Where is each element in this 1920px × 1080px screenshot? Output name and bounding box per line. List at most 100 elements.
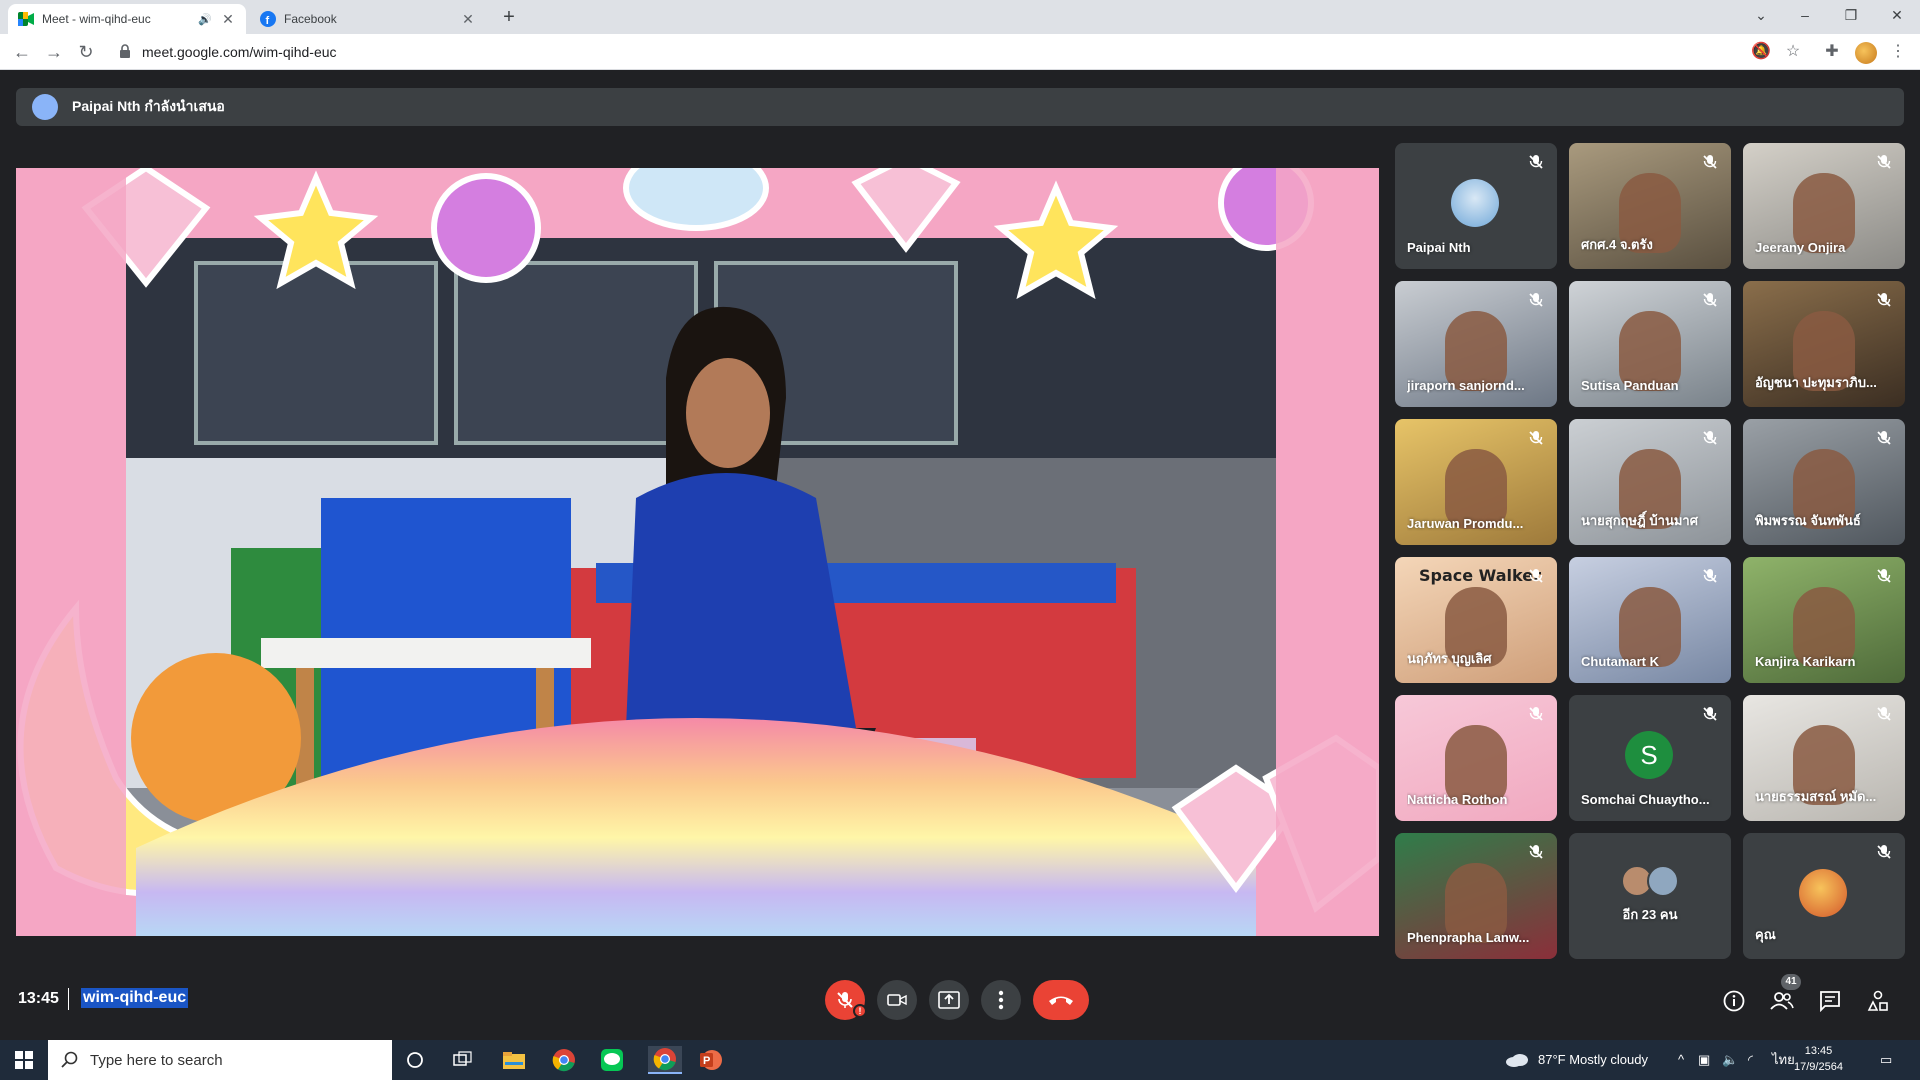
participant-tile[interactable]: พิมพรรณ จันทพันธ์ — [1743, 419, 1905, 545]
participant-tile[interactable]: คุณ — [1743, 833, 1905, 959]
network-icon[interactable]: ▣ — [1698, 1040, 1710, 1080]
volume-icon[interactable]: 🔈 — [1722, 1040, 1738, 1080]
participant-name: Paipai Nth — [1407, 240, 1471, 255]
line-app-icon[interactable] — [598, 1046, 626, 1074]
taskbar-search-box[interactable]: Type here to search — [48, 1040, 392, 1080]
notifications-muted-icon[interactable]: 🔕 — [1751, 42, 1771, 62]
taskbar-time: 13:45 — [1804, 1045, 1833, 1057]
participant-tile[interactable]: Sutisa Panduan — [1569, 281, 1731, 407]
participant-tile[interactable]: jiraporn sanjornd... — [1395, 281, 1557, 407]
muted-mic-icon — [1875, 291, 1893, 309]
show-hidden-icons-icon[interactable]: ^ — [1678, 1040, 1684, 1080]
bookmark-star-icon[interactable]: ☆ — [1783, 42, 1803, 62]
presenter-avatar — [32, 94, 58, 120]
powerpoint-icon[interactable]: P — [697, 1046, 725, 1074]
leave-call-button[interactable] — [1033, 980, 1089, 1020]
muted-mic-icon — [1875, 429, 1893, 447]
close-tab-icon[interactable]: ✕ — [220, 11, 236, 28]
muted-mic-icon — [1875, 705, 1893, 723]
more-options-button[interactable] — [981, 980, 1021, 1020]
presenting-text: Paipai Nth กำลังนำเสนอ — [72, 98, 225, 114]
tab-facebook[interactable]: f Facebook ✕ — [250, 4, 486, 34]
extensions-icon[interactable]: ✚ — [1822, 42, 1842, 62]
tab-meet[interactable]: Meet - wim-qihd-euc 🔊 ✕ — [8, 4, 246, 34]
tab-search-icon[interactable]: ⌄ — [1738, 0, 1784, 30]
mic-off-button[interactable]: ! — [825, 980, 867, 1020]
present-button[interactable] — [929, 980, 969, 1020]
close-tab-icon[interactable]: ✕ — [460, 11, 476, 28]
file-explorer-icon[interactable] — [500, 1046, 528, 1074]
weather-cloud-icon[interactable] — [1503, 1046, 1531, 1074]
participant-tile[interactable]: ศกศ.4 จ.ตรัง — [1569, 143, 1731, 269]
participant-tile[interactable]: Paipai Nth — [1395, 143, 1557, 269]
taskbar-date: 17/9/2564 — [1794, 1061, 1843, 1073]
presenting-banner: Paipai Nth กำลังนำเสนอ — [16, 88, 1904, 126]
participant-tile[interactable]: Natticha Rothon — [1395, 695, 1557, 821]
reload-icon[interactable]: ↻ — [74, 40, 98, 64]
profile-avatar[interactable] — [1855, 42, 1877, 64]
mic-off-icon — [837, 992, 853, 1008]
people-button[interactable] — [1769, 988, 1795, 1014]
chrome-active-window-icon[interactable] — [648, 1046, 682, 1074]
weather-text[interactable]: 87°F Mostly cloudy — [1538, 1040, 1648, 1080]
language-indicator[interactable]: ไทย — [1772, 1040, 1795, 1080]
participant-name: Chutamart K — [1581, 654, 1660, 669]
presentation-frame-image — [16, 168, 1379, 936]
participant-tile[interactable]: Space Walker นฤภัทร บุญเลิศ — [1395, 557, 1557, 683]
activities-button[interactable] — [1865, 988, 1891, 1014]
participant-tile[interactable]: นายสุกฤษฎิ์ บ้านมาศ — [1569, 419, 1731, 545]
meeting-code[interactable]: wim-qihd-euc — [81, 988, 189, 1008]
muted-mic-icon — [1527, 429, 1545, 447]
participant-tile[interactable]: อัญชนา ปะทุมราภิบ... — [1743, 281, 1905, 407]
participant-tile[interactable]: S Somchai Chuaytho... — [1569, 695, 1731, 821]
muted-mic-icon — [1527, 705, 1545, 723]
participant-name: พิมพรรณ จันทพันธ์ — [1755, 513, 1861, 528]
tile-overlay-text: Space Walker — [1419, 566, 1541, 585]
chrome-icon[interactable] — [550, 1046, 578, 1074]
meet-bottom-bar: 13:45 wim-qihd-euc ! 41 — [0, 960, 1920, 1040]
meeting-details-button[interactable] — [1721, 988, 1747, 1014]
forward-icon[interactable]: → — [42, 40, 66, 64]
muted-mic-icon — [1701, 291, 1719, 309]
muted-mic-icon — [1527, 567, 1545, 585]
participant-name: Natticha Rothon — [1407, 792, 1508, 807]
task-view-icon[interactable] — [449, 1046, 477, 1074]
info-icon — [1723, 990, 1745, 1012]
cortana-icon[interactable] — [401, 1046, 429, 1074]
notification-center-icon[interactable]: ▭ — [1880, 1040, 1892, 1080]
muted-mic-icon — [1527, 843, 1545, 861]
url-field[interactable]: meet.google.com/wim-qihd-euc — [142, 44, 337, 60]
participant-tile[interactable]: Chutamart K — [1569, 557, 1731, 683]
lock-icon[interactable] — [118, 43, 132, 59]
tab-title: Meet - wim-qihd-euc — [42, 12, 151, 26]
restore-button[interactable]: ❐ — [1828, 0, 1874, 30]
speaker-icon[interactable]: 🔊 — [198, 13, 212, 26]
new-tab-button[interactable]: + — [497, 6, 521, 30]
participant-tile[interactable]: Kanjira Karikarn — [1743, 557, 1905, 683]
participant-name: Kanjira Karikarn — [1755, 654, 1856, 669]
back-icon[interactable]: ← — [10, 40, 34, 64]
main-presentation-video — [16, 168, 1379, 936]
muted-mic-icon — [1701, 429, 1719, 447]
svg-text:P: P — [703, 1055, 710, 1067]
close-window-button[interactable]: ✕ — [1874, 0, 1920, 30]
camera-icon — [887, 994, 907, 1006]
camera-button[interactable] — [877, 980, 917, 1020]
wifi-icon[interactable]: ◜ — [1748, 1040, 1753, 1080]
meeting-time: 13:45 — [18, 990, 59, 1007]
participant-tile[interactable]: Jaruwan Promdu... — [1395, 419, 1557, 545]
participant-tile[interactable]: อีก 23 คน — [1569, 833, 1731, 959]
people-icon — [1770, 992, 1794, 1010]
taskbar-clock[interactable]: 13:45 17/9/2564 — [1794, 1043, 1843, 1075]
participant-tile[interactable]: Phenprapha Lanw... — [1395, 833, 1557, 959]
meet-favicon-icon — [18, 11, 34, 27]
chat-button[interactable] — [1817, 988, 1843, 1014]
participant-letter-avatar: S — [1625, 731, 1673, 779]
muted-mic-icon — [1701, 567, 1719, 585]
participant-tile[interactable]: นายธรรมสรณ์ หมัด... — [1743, 695, 1905, 821]
participant-tile[interactable]: Jeerany Onjira — [1743, 143, 1905, 269]
minimize-button[interactable]: – — [1782, 0, 1828, 30]
windows-start-icon[interactable] — [10, 1046, 38, 1074]
more-participants-avatars — [1621, 865, 1685, 897]
menu-dots-icon[interactable]: ⋮ — [1888, 42, 1908, 62]
